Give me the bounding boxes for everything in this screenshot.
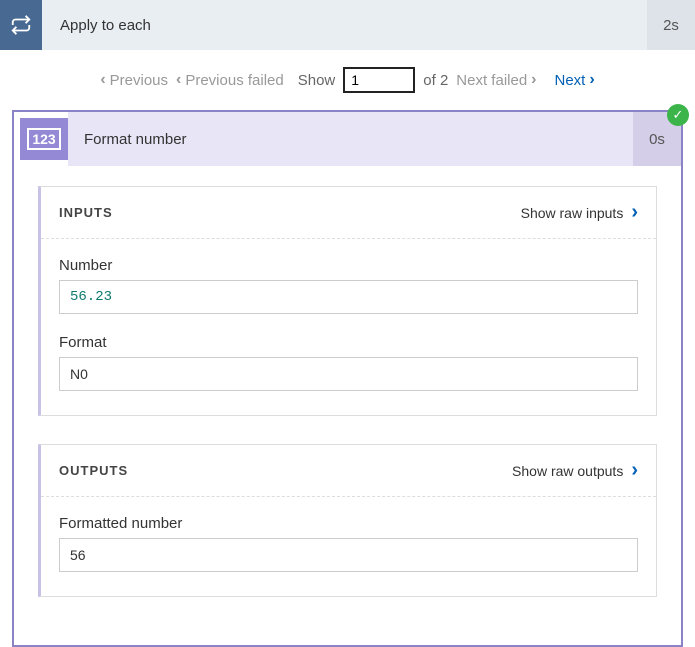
outputs-body: Formatted number 56 <box>41 497 656 596</box>
chevron-left-icon: ‹ <box>176 71 181 89</box>
outputs-section: OUTPUTS Show raw outputs › Formatted num… <box>38 444 657 597</box>
next-failed-button[interactable]: Next failed › <box>456 71 536 89</box>
inputs-body: Number 56.23 Format N0 <box>41 239 656 415</box>
raw-outputs-label: Show raw outputs <box>512 463 623 479</box>
icon-text: 123 <box>27 128 60 150</box>
loop-duration: 2s <box>647 0 695 50</box>
card-header[interactable]: 123 Format number 0s <box>14 112 681 166</box>
next-button[interactable]: Next › <box>555 71 595 89</box>
format-field: Format N0 <box>59 334 638 391</box>
format-label: Format <box>59 334 638 351</box>
card-title: Format number <box>68 112 633 166</box>
iteration-pager: ‹ Previous ‹ Previous failed Show of 2 N… <box>0 50 695 110</box>
formatted-value[interactable]: 56 <box>59 538 638 572</box>
loop-title[interactable]: Apply to each <box>42 0 647 50</box>
chevron-right-icon: › <box>631 201 638 224</box>
number-value[interactable]: 56.23 <box>59 280 638 314</box>
raw-inputs-label: Show raw inputs <box>521 205 624 221</box>
inputs-section: INPUTS Show raw inputs › Number 56.23 Fo… <box>38 186 657 416</box>
number-label: Number <box>59 257 638 274</box>
previous-label: Previous <box>110 72 168 89</box>
chevron-right-icon: › <box>589 71 594 89</box>
outputs-header: OUTPUTS Show raw outputs › <box>41 445 656 497</box>
previous-button[interactable]: ‹ Previous <box>100 71 168 89</box>
card-body: INPUTS Show raw inputs › Number 56.23 Fo… <box>14 166 681 645</box>
inputs-title: INPUTS <box>59 205 113 220</box>
chevron-left-icon: ‹ <box>100 71 105 89</box>
action-card: ✓ 123 Format number 0s INPUTS Show raw i… <box>12 110 683 647</box>
success-badge-icon: ✓ <box>667 104 689 126</box>
previous-failed-button[interactable]: ‹ Previous failed <box>176 71 284 89</box>
next-failed-label: Next failed <box>456 72 527 89</box>
next-label: Next <box>555 72 586 89</box>
of-count: of 2 <box>423 72 448 89</box>
iteration-input[interactable] <box>343 67 415 93</box>
number-field: Number 56.23 <box>59 257 638 314</box>
show-raw-inputs-button[interactable]: Show raw inputs › <box>521 201 638 224</box>
format-number-icon: 123 <box>20 118 68 160</box>
chevron-right-icon: › <box>531 71 536 89</box>
previous-failed-label: Previous failed <box>185 72 283 89</box>
loop-icon <box>0 0 42 50</box>
outputs-title: OUTPUTS <box>59 463 128 478</box>
formatted-number-field: Formatted number 56 <box>59 515 638 572</box>
show-label: Show <box>298 72 336 89</box>
show-raw-outputs-button[interactable]: Show raw outputs › <box>512 459 638 482</box>
inputs-header: INPUTS Show raw inputs › <box>41 187 656 239</box>
chevron-right-icon: › <box>631 459 638 482</box>
loop-header: Apply to each 2s <box>0 0 695 50</box>
formatted-label: Formatted number <box>59 515 638 532</box>
format-value[interactable]: N0 <box>59 357 638 391</box>
